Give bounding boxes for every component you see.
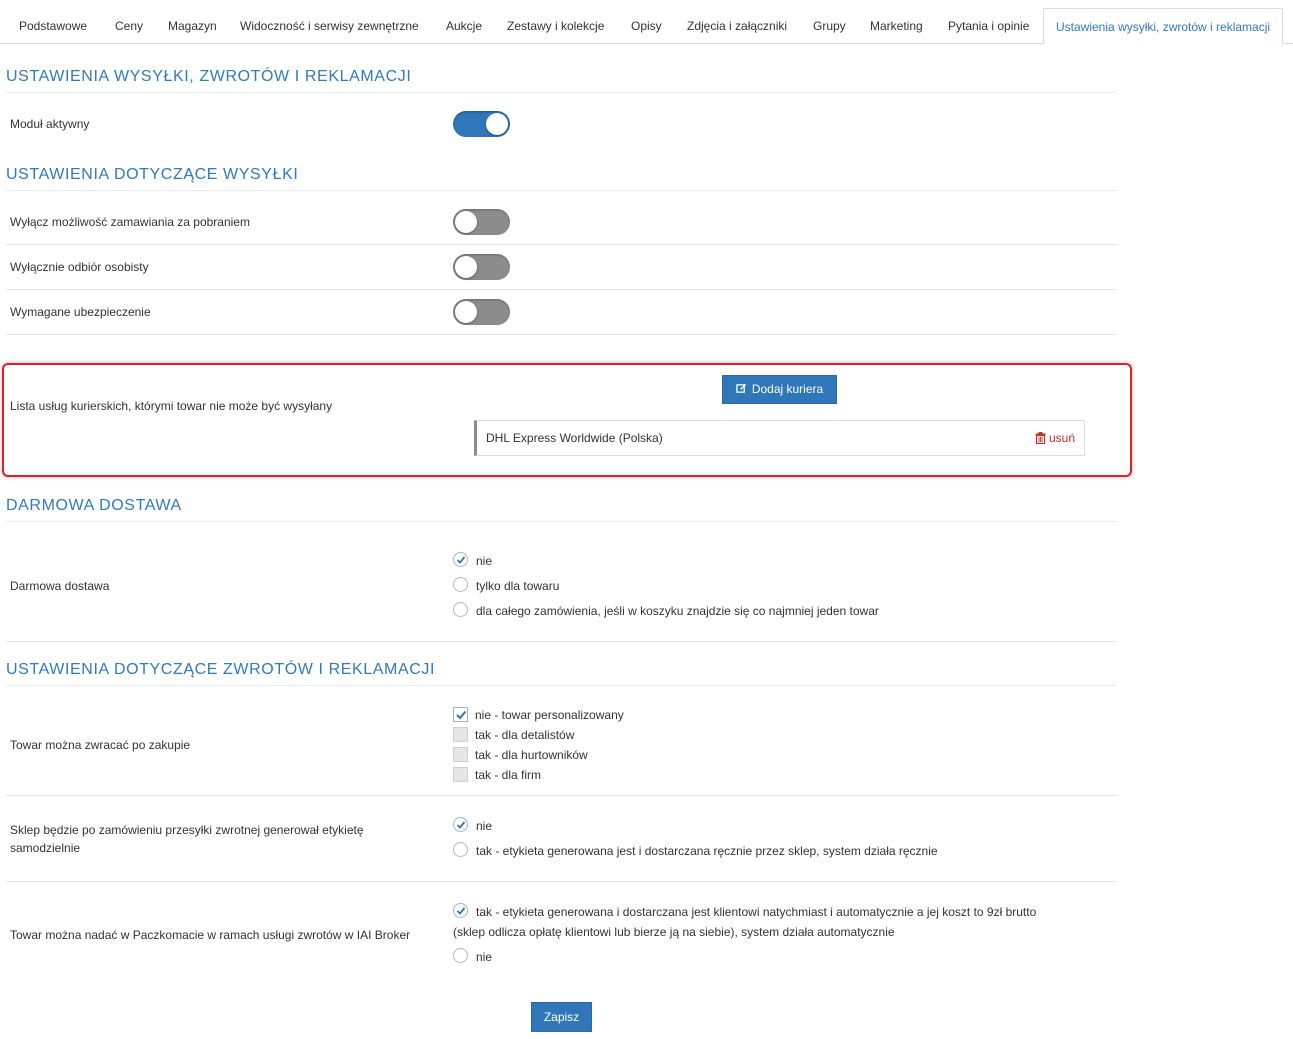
trash-icon [1035, 432, 1046, 445]
label-generation-label-line2: samodzielnie [10, 841, 81, 855]
tab-ustawienia-wysylki[interactable]: Ustawienia wysyłki, zwrotów i reklamacji [1043, 8, 1284, 45]
module-active-label: Moduł aktywny [10, 117, 90, 131]
edit-icon [736, 383, 746, 393]
returnable-label: Towar można zwracać po zakupie [10, 738, 191, 752]
courier-name: DHL Express Worldwide (Polska) [486, 431, 663, 445]
option-label-line2: (sklep odlicza opłatę klientowi lub bier… [453, 925, 895, 939]
tab-widocznosc[interactable]: Widoczność i serwisy zewnętrzne [228, 10, 431, 43]
tab-zestawy[interactable]: Zestawy i kolekcje [495, 10, 616, 43]
check-icon [456, 821, 466, 829]
courier-list-label: Lista usług kurierskich, którymi towar n… [10, 399, 333, 413]
toggle-knob [486, 113, 508, 135]
pickup-only-toggle[interactable] [453, 254, 510, 280]
option-label: nie [476, 950, 493, 964]
checkbox-disabled[interactable] [453, 747, 468, 762]
row-divider [6, 334, 1116, 335]
add-courier-button-label: Dodaj kuriera [751, 382, 824, 396]
row-divider [6, 289, 1116, 290]
insurance-required-toggle[interactable] [453, 299, 510, 325]
check-icon [456, 556, 466, 564]
check-icon [456, 907, 466, 915]
radio-checked[interactable] [453, 552, 468, 567]
row-divider [6, 881, 1116, 882]
save-button[interactable]: Zapisz [531, 1002, 592, 1032]
free-delivery-label: Darmowa dostawa [10, 579, 110, 593]
toggle-knob [455, 256, 477, 278]
row-divider [6, 795, 1116, 796]
option-label: nie [476, 554, 493, 568]
option-label: tak - dla detalistów [475, 728, 575, 742]
option-label: tylko dla towaru [476, 579, 560, 593]
tab-marketing[interactable]: Marketing [858, 10, 935, 43]
cod-disable-toggle[interactable] [453, 209, 510, 235]
pickup-only-label: Wyłącznie odbiór osobisty [10, 260, 149, 274]
radio-unchecked[interactable] [453, 602, 468, 617]
tab-ceny[interactable]: Ceny [103, 10, 155, 43]
check-icon [456, 710, 467, 720]
cod-disable-label: Wyłącz możliwość zamawiania za pobraniem [10, 215, 250, 229]
checkbox-checked[interactable] [453, 707, 468, 722]
paczkomat-label: Towar można nadać w Paczkomacie w ramach… [10, 928, 411, 942]
tab-magazyn[interactable]: Magazyn [156, 10, 229, 43]
row-divider [6, 641, 1116, 642]
section-title-returns: USTAWIENIA DOTYCZĄCE ZWROTÓW I REKLAMACJ… [6, 659, 1116, 686]
section-title-shipping: USTAWIENIA DOTYCZĄCE WYSYŁKI [6, 164, 1116, 191]
radio-checked[interactable] [453, 903, 468, 918]
checkbox-disabled[interactable] [453, 727, 468, 742]
tab-pytania[interactable]: Pytania i opinie [936, 10, 1041, 43]
radio-checked[interactable] [453, 817, 468, 832]
row-divider [6, 244, 1116, 245]
tab-podstawowe[interactable]: Podstawowe [7, 10, 99, 43]
option-label: nie [476, 819, 493, 833]
option-label: tak - etykieta generowana i dostarczana … [476, 905, 1037, 919]
section-title-main: USTAWIENIA WYSYŁKI, ZWROTÓW I REKLAMACJI [6, 66, 1116, 93]
tab-bar: Podstawowe Ceny Magazyn Widoczność i ser… [0, 0, 1293, 45]
module-active-toggle[interactable] [453, 111, 510, 137]
courier-list-item: DHL Express Worldwide (Polska) usuń [474, 420, 1085, 456]
checkbox-disabled[interactable] [453, 767, 468, 782]
tab-zdjecia[interactable]: Zdjęcia i załączniki [675, 10, 799, 43]
toggle-knob [455, 211, 477, 233]
add-courier-button[interactable]: Dodaj kuriera [722, 375, 837, 404]
toggle-knob [455, 301, 477, 323]
insurance-required-label: Wymagane ubezpieczenie [10, 305, 151, 319]
radio-unchecked[interactable] [453, 577, 468, 592]
remove-courier-label: usuń [1048, 431, 1075, 445]
option-label: tak - dla hurtowników [475, 748, 588, 762]
option-label: dla całego zamówienia, jeśli w koszyku z… [476, 604, 879, 618]
option-label: tak - etykieta generowana jest i dostarc… [476, 844, 938, 858]
radio-unchecked[interactable] [453, 842, 468, 857]
option-label: tak - dla firm [475, 768, 542, 782]
radio-unchecked[interactable] [453, 948, 468, 963]
remove-courier-link[interactable]: usuń [1035, 431, 1075, 445]
section-title-free-delivery: DARMOWA DOSTAWA [6, 495, 1116, 522]
tab-grupy[interactable]: Grupy [801, 10, 858, 43]
label-generation-label-line1: Sklep będzie po zamówieniu przesyłki zwr… [10, 823, 364, 837]
tab-opisy[interactable]: Opisy [619, 10, 674, 43]
option-label: nie - towar personalizowany [475, 708, 624, 722]
tab-aukcje[interactable]: Aukcje [434, 10, 494, 43]
